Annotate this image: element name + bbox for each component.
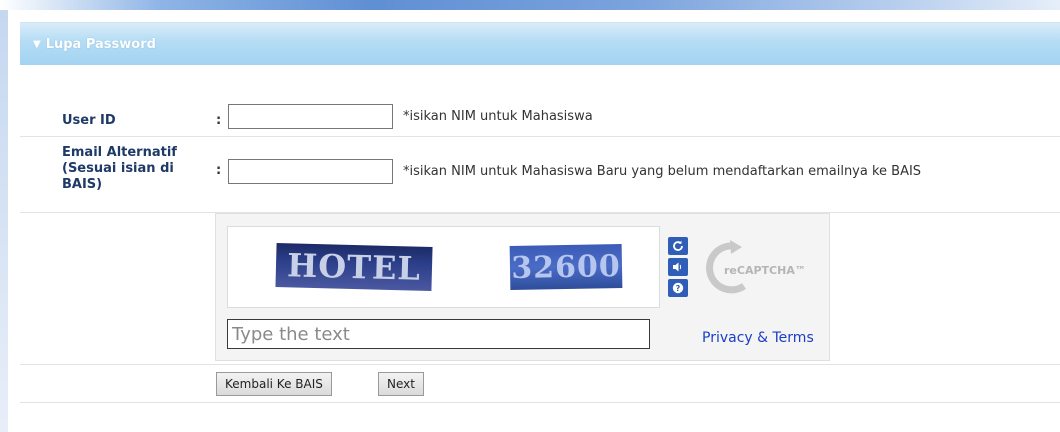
privacy-terms-link[interactable]: Privacy & Terms <box>702 330 814 346</box>
collapse-arrow-icon[interactable]: ▼ <box>33 39 41 50</box>
email-colon: : <box>216 163 222 178</box>
email-label-line1: Email Alternatif <box>62 145 177 160</box>
captcha-image: HOTEL 32600 <box>227 226 660 308</box>
help-icon[interactable]: ? <box>668 279 688 297</box>
recaptcha-widget: HOTEL 32600 ? reCAPTCHA™ Privacy & Terms <box>215 213 830 361</box>
captcha-word-2: 32600 <box>509 244 623 290</box>
user-id-hint: *isikan NIM untuk Mahasiswa <box>403 109 593 124</box>
captcha-word-1: HOTEL <box>275 242 433 292</box>
user-id-row: User ID : *isikan NIM untuk Mahasiswa <box>20 100 1060 137</box>
user-id-label: User ID <box>62 113 116 128</box>
email-row: Email Alternatif (Sesuai isian di BAIS) … <box>20 136 1060 213</box>
captcha-response-input[interactable] <box>227 319 650 349</box>
back-to-bais-button[interactable]: Kembali Ke BAIS <box>216 372 332 396</box>
panel-header[interactable]: ▼ Lupa Password <box>20 22 1060 65</box>
recaptcha-logo-icon: reCAPTCHA™ <box>704 238 814 300</box>
svg-text:reCAPTCHA™: reCAPTCHA™ <box>724 264 806 277</box>
top-banner-strip <box>0 0 1060 10</box>
email-hint: *isikan NIM untuk Mahasiswa Baru yang be… <box>403 164 922 179</box>
email-label-line3: BAIS) <box>62 177 103 192</box>
left-edge-decoration <box>0 10 8 432</box>
forgot-password-panel: ▼ Lupa Password User ID : *isikan NIM un… <box>20 22 1060 432</box>
user-id-colon: : <box>216 113 222 128</box>
panel-title: Lupa Password <box>45 36 156 52</box>
refresh-icon[interactable] <box>668 237 688 255</box>
user-id-input[interactable] <box>228 104 393 129</box>
next-button[interactable]: Next <box>378 372 424 396</box>
actions-row <box>20 364 1060 403</box>
email-label-line2: (Sesuai isian di <box>62 161 174 176</box>
audio-icon[interactable] <box>668 258 688 276</box>
email-input[interactable] <box>228 159 393 184</box>
svg-text:?: ? <box>676 284 681 293</box>
